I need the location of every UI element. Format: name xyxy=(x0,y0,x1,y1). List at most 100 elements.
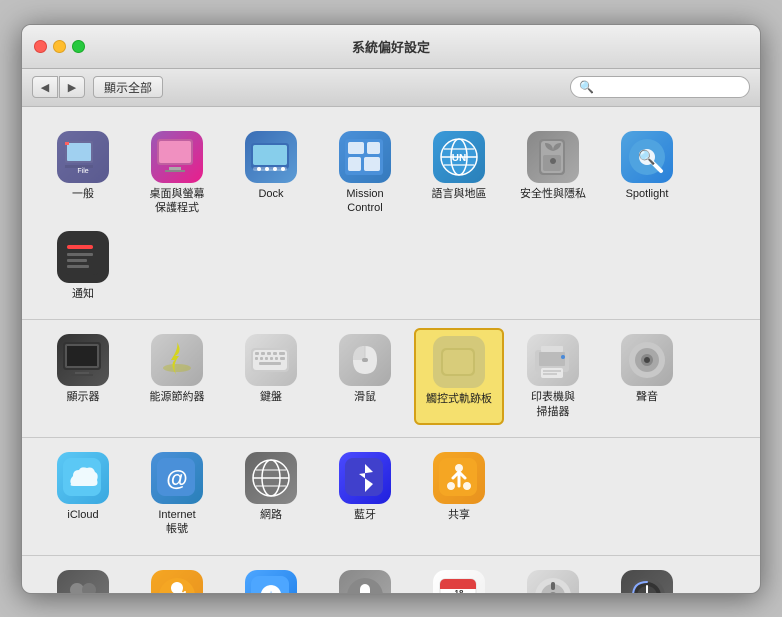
item-display[interactable]: 顯示器 xyxy=(38,328,128,425)
timemachine-icon xyxy=(621,570,673,593)
content-area: File 一般 桌面與螢幕保護程式 xyxy=(22,107,760,593)
energy-label: 能源節約器 xyxy=(150,390,205,404)
keyboard-icon xyxy=(245,334,297,386)
item-trackpad[interactable]: 觸控式軌跡板 xyxy=(414,328,504,425)
system-grid: 使用者與群組 分級保護控制 xyxy=(38,564,744,593)
svg-text:File: File xyxy=(77,168,88,175)
main-window: 系統偏好設定 ◀ ▶ 顯示全部 🔍 xyxy=(21,24,761,594)
item-datetime[interactable]: 18 WED 日期與時間 xyxy=(414,564,504,593)
search-input[interactable] xyxy=(598,80,753,94)
spotlight-label: Spotlight xyxy=(626,187,669,201)
icloud-icon xyxy=(57,452,109,504)
section-personal: File 一般 桌面與螢幕保護程式 xyxy=(22,117,760,321)
notification-icon xyxy=(57,231,109,283)
datetime-icon: 18 WED xyxy=(433,570,485,593)
display-icon xyxy=(57,334,109,386)
hardware-grid: 顯示器 能源節約器 xyxy=(38,328,744,425)
desktop-icon xyxy=(151,131,203,183)
spotlight-icon: 🔍 xyxy=(621,131,673,183)
item-mouse[interactable]: 滑鼠 xyxy=(320,328,410,425)
personal-grid: File 一般 桌面與螢幕保護程式 xyxy=(38,125,744,308)
item-spotlight[interactable]: 🔍 Spotlight xyxy=(602,125,692,222)
item-desktop[interactable]: 桌面與螢幕保護程式 xyxy=(132,125,222,222)
search-icon: 🔍 xyxy=(579,80,594,94)
close-button[interactable] xyxy=(34,40,47,53)
internet-icon: @ xyxy=(151,452,203,504)
item-keyboard[interactable]: 鍵盤 xyxy=(226,328,316,425)
keyboard-label: 鍵盤 xyxy=(260,390,282,404)
item-energy[interactable]: 能源節約器 xyxy=(132,328,222,425)
item-icloud[interactable]: iCloud xyxy=(38,446,128,543)
svg-text:@: @ xyxy=(166,466,187,491)
network-label: 網路 xyxy=(260,508,282,522)
section-hardware: 顯示器 能源節約器 xyxy=(22,320,760,438)
item-general[interactable]: File 一般 xyxy=(38,125,128,222)
item-dock[interactable]: Dock xyxy=(226,125,316,222)
item-appstore[interactable]: 🅐 App Store xyxy=(226,564,316,593)
item-printer[interactable]: 印表機與掃描器 xyxy=(508,328,598,425)
security-label: 安全性與隱私 xyxy=(520,187,586,201)
item-startup[interactable]: 啟動磁碟 xyxy=(508,564,598,593)
minimize-button[interactable] xyxy=(53,40,66,53)
appstore-icon: 🅐 xyxy=(245,570,297,593)
bluetooth-label: 藍牙 xyxy=(354,508,376,522)
nav-buttons: ◀ ▶ xyxy=(32,76,85,98)
network-icon xyxy=(245,452,297,504)
dock-icon xyxy=(245,131,297,183)
display-label: 顯示器 xyxy=(67,390,100,404)
item-notification[interactable]: 通知 xyxy=(38,225,128,307)
window-title: 系統偏好設定 xyxy=(352,37,430,56)
energy-icon xyxy=(151,334,203,386)
general-label: 一般 xyxy=(72,187,94,201)
mouse-label: 滑鼠 xyxy=(354,390,376,404)
forward-button[interactable]: ▶ xyxy=(59,76,85,98)
item-network[interactable]: 網路 xyxy=(226,446,316,543)
mission-label: MissionControl xyxy=(346,187,383,216)
language-icon: UN xyxy=(433,131,485,183)
section-internet: iCloud @ Internet帳號 xyxy=(22,438,760,556)
printer-label: 印表機與掃描器 xyxy=(531,390,575,419)
trackpad-label: 觸控式軌跡板 xyxy=(426,392,492,406)
item-users[interactable]: 使用者與群組 xyxy=(38,564,128,593)
printer-icon xyxy=(527,334,579,386)
item-timemachine[interactable]: Time Machine xyxy=(602,564,692,593)
general-icon: File xyxy=(57,131,109,183)
parental-icon xyxy=(151,570,203,593)
titlebar: 系統偏好設定 xyxy=(22,25,760,69)
item-internet[interactable]: @ Internet帳號 xyxy=(132,446,222,543)
search-box: 🔍 xyxy=(570,76,750,98)
svg-text:UN: UN xyxy=(452,153,466,164)
language-label: 語言與地區 xyxy=(432,187,487,201)
sharing-icon xyxy=(433,452,485,504)
item-security[interactable]: 安全性與隱私 xyxy=(508,125,598,222)
bluetooth-icon xyxy=(339,452,391,504)
desktop-label: 桌面與螢幕保護程式 xyxy=(150,187,205,216)
section-system: 使用者與群組 分級保護控制 xyxy=(22,556,760,593)
sharing-label: 共享 xyxy=(448,508,470,522)
icloud-label: iCloud xyxy=(67,508,98,522)
sound-label: 聲音 xyxy=(636,390,658,404)
toolbar: ◀ ▶ 顯示全部 🔍 xyxy=(22,69,760,107)
internet-label: Internet帳號 xyxy=(158,508,195,537)
item-sound[interactable]: 聲音 xyxy=(602,328,692,425)
svg-text:18: 18 xyxy=(455,589,464,593)
item-sharing[interactable]: 共享 xyxy=(414,446,504,543)
notification-label: 通知 xyxy=(72,287,94,301)
startup-icon xyxy=(527,570,579,593)
mission-icon xyxy=(339,131,391,183)
item-speech[interactable]: 聽寫與語音 xyxy=(320,564,410,593)
users-icon xyxy=(57,570,109,593)
dock-label: Dock xyxy=(258,187,283,201)
back-button[interactable]: ◀ xyxy=(32,76,58,98)
svg-text:🔍: 🔍 xyxy=(638,148,655,166)
traffic-lights xyxy=(34,40,85,53)
item-mission[interactable]: MissionControl xyxy=(320,125,410,222)
sound-icon xyxy=(621,334,673,386)
item-parental[interactable]: 分級保護控制 xyxy=(132,564,222,593)
trackpad-icon xyxy=(433,336,485,388)
item-language[interactable]: UN 語言與地區 xyxy=(414,125,504,222)
item-bluetooth[interactable]: 藍牙 xyxy=(320,446,410,543)
mouse-icon xyxy=(339,334,391,386)
maximize-button[interactable] xyxy=(72,40,85,53)
show-all-button[interactable]: 顯示全部 xyxy=(93,76,163,98)
